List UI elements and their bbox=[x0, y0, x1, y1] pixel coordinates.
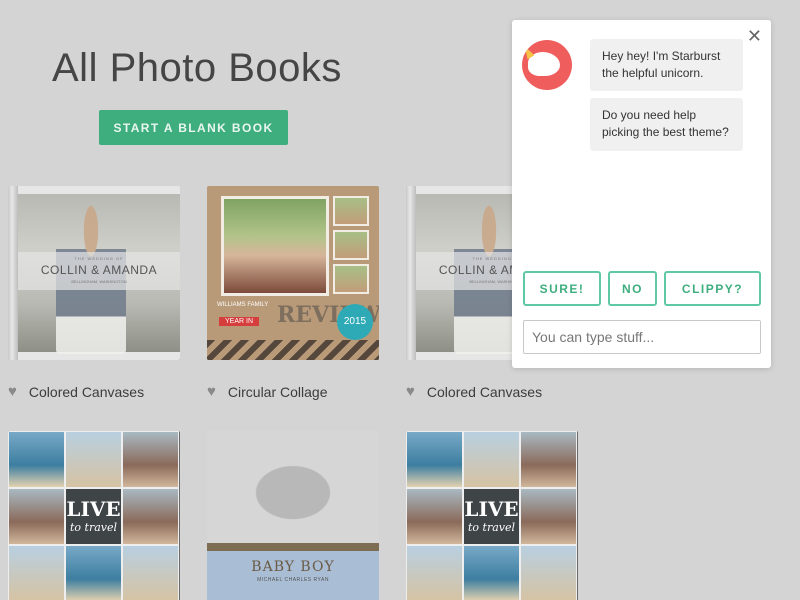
cover-tile bbox=[463, 545, 520, 600]
cover-label: BABY BOY MICHAEL CHARLES RYAN bbox=[207, 551, 379, 600]
chat-message: Hey hey! I'm Starburst the helpful unico… bbox=[590, 39, 743, 91]
cover-tile bbox=[122, 431, 179, 488]
book-title[interactable]: Colored Canvases bbox=[29, 384, 144, 400]
cover-tile bbox=[406, 545, 463, 600]
cover-thumb bbox=[333, 230, 369, 260]
cover-thumb bbox=[333, 264, 369, 294]
no-button[interactable]: NO bbox=[608, 271, 657, 306]
cover-title: COLLIN & AMANDA bbox=[40, 263, 158, 277]
book-label: ♥ Colored Canvases bbox=[8, 383, 144, 400]
cover-photo bbox=[207, 431, 379, 543]
cover-ribbon: YEAR IN bbox=[219, 317, 260, 326]
book-card-baby-boy[interactable]: BABY BOY MICHAEL CHARLES RYAN bbox=[207, 431, 379, 600]
cover-thumb bbox=[333, 196, 369, 226]
book-title[interactable]: Colored Canvases bbox=[427, 384, 542, 400]
book-title[interactable]: Circular Collage bbox=[228, 384, 328, 400]
cover-name: MICHAEL CHARLES RYAN bbox=[257, 577, 329, 583]
cover-tile bbox=[406, 431, 463, 488]
book-cover: THE WEDDING OF COLLIN & AMANDA BELLINGHA… bbox=[8, 186, 180, 360]
cover-tile bbox=[8, 431, 65, 488]
cover-tile bbox=[520, 488, 577, 545]
book-cover: BABY BOY MICHAEL CHARLES RYAN bbox=[207, 431, 379, 600]
heart-icon[interactable]: ♥ bbox=[406, 383, 415, 400]
chat-input[interactable] bbox=[523, 320, 761, 354]
cover-tile bbox=[520, 545, 577, 600]
book-card-live-to-travel-2[interactable]: LIVE to travel bbox=[406, 431, 578, 600]
cover-tile bbox=[8, 488, 65, 545]
cover-tile bbox=[8, 545, 65, 600]
cover-tile bbox=[122, 545, 179, 600]
chevron-pattern bbox=[207, 340, 379, 360]
cover-title: LIVE bbox=[66, 497, 121, 521]
cover-stripe bbox=[207, 543, 379, 551]
heart-icon[interactable]: ♥ bbox=[8, 383, 17, 400]
cover-tile bbox=[65, 431, 122, 488]
book-cover: WILLIAMS FAMILY YEAR IN REVIEW 2015 bbox=[207, 186, 379, 360]
clippy-button[interactable]: CLIPPY? bbox=[664, 271, 761, 306]
cover-title-band: THE WEDDING OF COLLIN & AMANDA BELLINGHA… bbox=[18, 252, 180, 290]
sure-button[interactable]: SURE! bbox=[523, 271, 601, 306]
cover-subtitle: THE WEDDING OF bbox=[74, 256, 124, 261]
cover-title-tile: LIVE to travel bbox=[463, 488, 520, 545]
unicorn-icon bbox=[522, 40, 572, 90]
start-blank-book-button[interactable]: START A BLANK BOOK bbox=[99, 110, 288, 145]
cover-title: BABY BOY bbox=[251, 559, 335, 575]
cover-title-tile: LIVE to travel bbox=[65, 488, 122, 545]
chat-widget: ✕ Hey hey! I'm Starburst the helpful uni… bbox=[512, 20, 771, 368]
book-cover: LIVE to travel bbox=[8, 431, 180, 600]
book-label: ♥ Circular Collage bbox=[207, 383, 328, 400]
cover-tile bbox=[122, 488, 179, 545]
close-icon[interactable]: ✕ bbox=[747, 26, 762, 46]
cover-tile bbox=[463, 431, 520, 488]
cover-subtitle: to travel bbox=[467, 521, 516, 534]
book-cover: LIVE to travel bbox=[406, 431, 578, 600]
cover-title: LIVE bbox=[464, 497, 519, 521]
cover-subtitle: to travel bbox=[69, 521, 118, 534]
book-spine bbox=[8, 186, 18, 360]
cover-banner: WILLIAMS FAMILY bbox=[217, 302, 269, 308]
book-spine bbox=[406, 186, 416, 360]
book-card-colored-canvases[interactable]: THE WEDDING OF COLLIN & AMANDA BELLINGHA… bbox=[8, 186, 180, 360]
book-label: ♥ Colored Canvases bbox=[406, 383, 542, 400]
chat-message: Do you need help picking the best theme? bbox=[590, 98, 743, 151]
heart-icon[interactable]: ♥ bbox=[207, 383, 216, 400]
book-card-circular-collage[interactable]: WILLIAMS FAMILY YEAR IN REVIEW 2015 bbox=[207, 186, 379, 360]
cover-main-photo bbox=[221, 196, 329, 296]
cover-year-badge: 2015 bbox=[337, 304, 373, 340]
page-title: All Photo Books bbox=[52, 46, 342, 90]
cover-tile bbox=[406, 488, 463, 545]
cover-tile bbox=[65, 545, 122, 600]
cover-tile bbox=[520, 431, 577, 488]
cover-location: BELLINGHAM, WASHINGTON bbox=[71, 279, 127, 284]
book-card-live-to-travel[interactable]: LIVE to travel bbox=[8, 431, 180, 600]
